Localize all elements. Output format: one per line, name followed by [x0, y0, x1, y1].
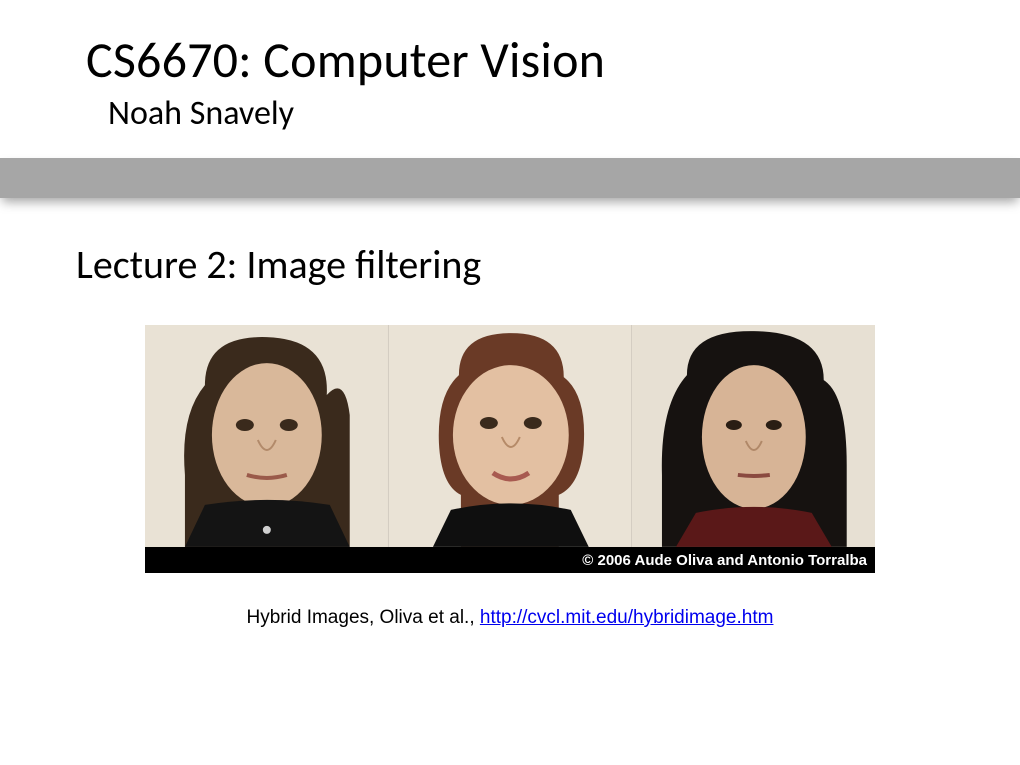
figure-caption: Hybrid Images, Oliva et al., http://cvcl… [145, 573, 875, 629]
figure-copyright: © 2006 Aude Oliva and Antonio Torralba [145, 547, 875, 573]
lecture-title: Lecture 2: Image filtering [0, 198, 1020, 289]
divider-bar [0, 158, 1020, 198]
slide-title: CS6670: Computer Vision [0, 0, 1020, 91]
photo-strip [145, 325, 875, 547]
hybrid-images-figure: © 2006 Aude Oliva and Antonio Torralba H… [145, 325, 875, 629]
face-illustration-2 [389, 325, 632, 547]
figure-caption-link[interactable]: http://cvcl.mit.edu/hybridimage.htm [480, 607, 774, 628]
face-panel-2 [388, 325, 632, 547]
face-panel-3 [631, 325, 875, 547]
face-panel-1 [145, 325, 388, 547]
slide-author: Noah Snavely [0, 91, 1020, 134]
figure-caption-prefix: Hybrid Images, Oliva et al., [247, 607, 480, 628]
face-illustration-1 [145, 325, 388, 547]
face-illustration-3 [632, 325, 875, 547]
